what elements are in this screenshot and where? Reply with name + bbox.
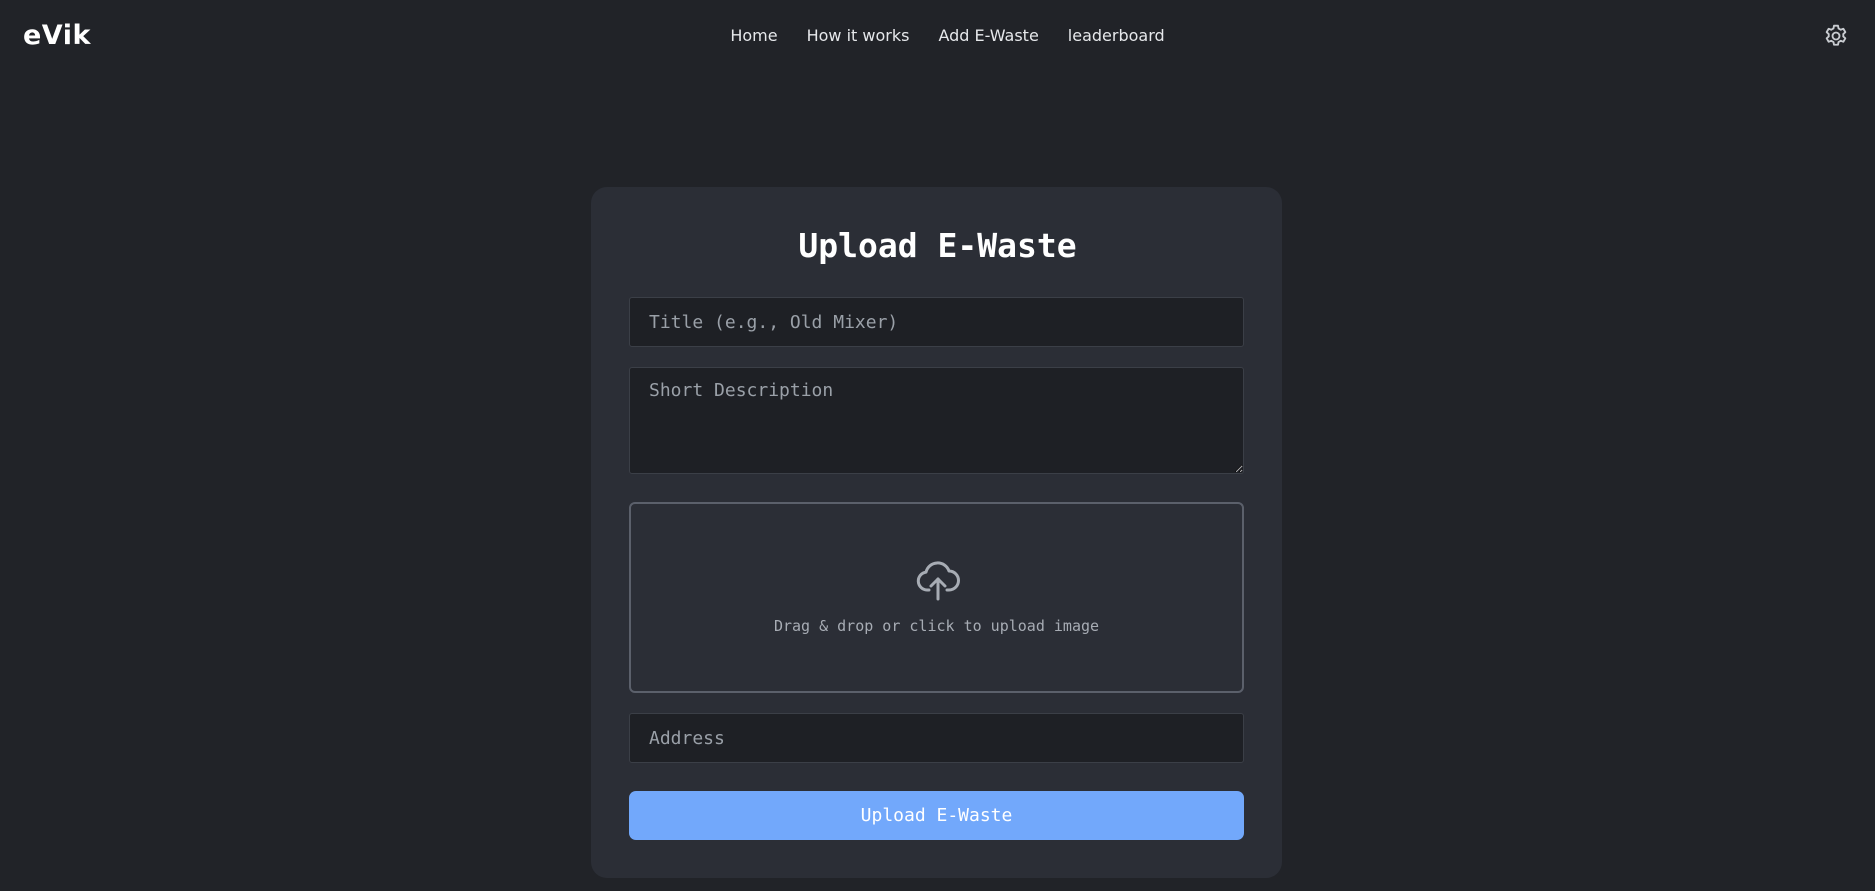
navbar: eVik Home How it works Add E-Waste leade…	[0, 0, 1875, 72]
nav-links: Home How it works Add E-Waste leaderboar…	[0, 25, 1875, 47]
upload-e-waste-button[interactable]: Upload E-Waste	[629, 791, 1244, 840]
nav-link-home[interactable]: Home	[730, 25, 777, 47]
cloud-upload-icon	[916, 561, 960, 601]
nav-link-how-it-works[interactable]: How it works	[807, 25, 910, 47]
description-textarea[interactable]	[629, 367, 1244, 474]
gear-icon[interactable]	[1822, 22, 1850, 50]
address-input[interactable]	[629, 713, 1244, 763]
form-heading: Upload E-Waste	[798, 226, 1077, 265]
dropzone-text: Drag & drop or click to upload image	[773, 617, 1100, 635]
image-dropzone[interactable]: Drag & drop or click to upload image	[629, 502, 1244, 693]
nav-link-add-e-waste[interactable]: Add E-Waste	[938, 25, 1038, 47]
nav-link-leaderboard[interactable]: leaderboard	[1068, 25, 1165, 47]
title-input[interactable]	[629, 297, 1244, 347]
